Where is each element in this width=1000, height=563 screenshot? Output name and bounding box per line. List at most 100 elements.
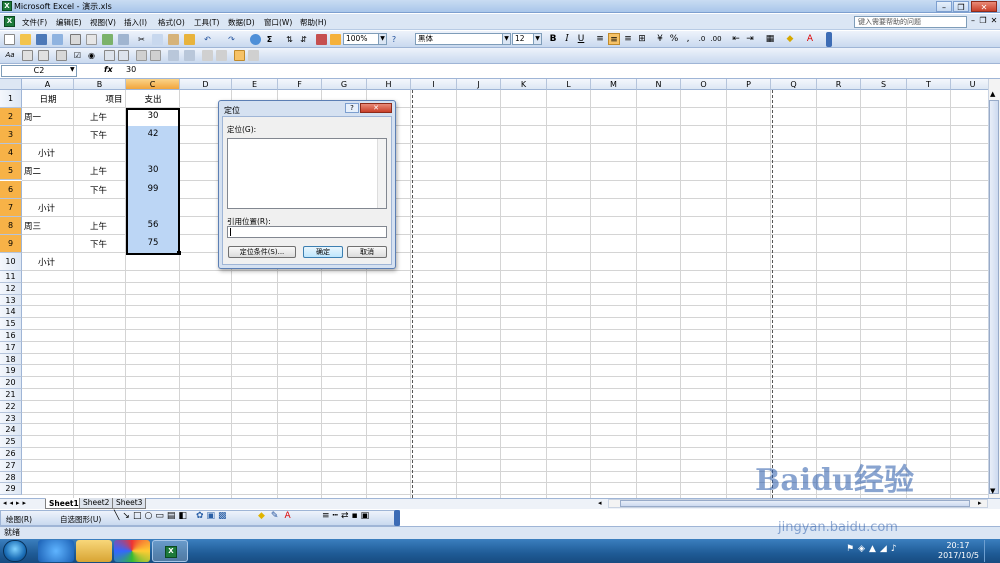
edit-box-icon[interactable] [22, 50, 33, 61]
reference-input[interactable] [227, 226, 387, 238]
column-header-h[interactable]: H [367, 79, 411, 90]
underline-button[interactable]: U [575, 33, 587, 45]
line-style-icons[interactable]: ≡┅⇄▪▣ [322, 511, 372, 521]
column-header-o[interactable]: O [681, 79, 727, 90]
dialog-close-icon[interactable]: ✕ [360, 103, 392, 113]
row-header-13[interactable]: 13 [0, 294, 22, 307]
decrease-indent-icon[interactable]: ⇤ [730, 33, 742, 45]
scroll-left-icon[interactable]: ◂ [598, 499, 602, 507]
row-header-6[interactable]: 6 [0, 180, 22, 199]
row-header-16[interactable]: 16 [0, 330, 22, 342]
row-header-21[interactable]: 21 [0, 389, 22, 401]
column-header-e[interactable]: E [232, 79, 278, 90]
column-header-f[interactable]: F [278, 79, 322, 90]
undo-icon[interactable]: ↶ [202, 34, 213, 45]
cell-a1[interactable]: 日期 [24, 93, 72, 105]
cancel-button[interactable]: 取消 [347, 246, 387, 258]
explorer-icon[interactable] [76, 540, 112, 562]
column-header-s[interactable]: S [861, 79, 907, 90]
option-button-icon[interactable]: ◉ [86, 50, 97, 61]
row-header-4[interactable]: 4 [0, 144, 22, 163]
row-header-5[interactable]: 5 [0, 162, 22, 181]
combo-dropdown-edit-icon[interactable] [150, 50, 161, 61]
select-all-corner[interactable] [0, 79, 22, 90]
close-window-button[interactable]: ✕ [971, 1, 997, 12]
row-header-28[interactable]: 28 [0, 471, 22, 484]
row-header-12[interactable]: 12 [0, 282, 22, 295]
run-dialog-icon[interactable] [248, 50, 259, 61]
start-button[interactable] [3, 540, 27, 562]
formula-input[interactable]: 30 [126, 65, 136, 74]
name-box-chevron-down-icon[interactable]: ▼ [70, 66, 75, 73]
menu-view[interactable]: 视图(V) [90, 17, 116, 28]
label-icon[interactable]: Aa [4, 50, 16, 61]
menu-help[interactable]: 帮助(H) [300, 17, 327, 28]
drawbar-options-icon[interactable] [394, 510, 400, 526]
currency-icon[interactable]: ¥ [654, 33, 666, 45]
row-header-20[interactable]: 20 [0, 377, 22, 389]
merge-center-icon[interactable]: ⊞ [636, 33, 648, 45]
sort-descending-icon[interactable]: ⇵ [298, 34, 309, 45]
cell-a5[interactable]: 周二 [24, 165, 72, 177]
chart-wizard-icon[interactable] [316, 34, 327, 45]
zoom-select[interactable]: 100% ▼ [343, 33, 387, 45]
checkbox-icon[interactable]: ☑ [72, 50, 83, 61]
spelling-icon[interactable] [102, 34, 113, 45]
row-header-24[interactable]: 24 [0, 424, 22, 437]
row-header-22[interactable]: 22 [0, 400, 22, 413]
cell-c8[interactable]: 56 [128, 220, 178, 230]
column-header-d[interactable]: D [180, 79, 232, 90]
cut-icon[interactable]: ✂ [136, 34, 147, 45]
column-header-p[interactable]: P [727, 79, 771, 90]
button-icon[interactable] [56, 50, 67, 61]
row-header-18[interactable]: 18 [0, 353, 22, 366]
autosum-icon[interactable]: Σ [264, 34, 275, 45]
column-header-a[interactable]: A [22, 79, 74, 90]
cell-a7[interactable]: 小计 [38, 202, 86, 214]
horizontal-scroll-thumb[interactable] [620, 500, 970, 507]
row-header-8[interactable]: 8 [0, 216, 22, 235]
row-header-23[interactable]: 23 [0, 412, 22, 425]
row-header-1[interactable]: 1 [0, 90, 22, 109]
help-icon[interactable]: ? [389, 34, 399, 45]
row-header-10[interactable]: 10 [0, 252, 22, 271]
cell-c6[interactable]: 99 [128, 184, 178, 194]
align-left-icon[interactable]: ≡ [594, 33, 606, 45]
worksheet-grid[interactable]: ABCDEFGHIJKLMNOPQRSTU 1 2 3 4 5 6 7 8 9 10 11 12 13 1… [0, 79, 1000, 498]
toolbar-options-icon[interactable] [826, 32, 832, 47]
help-search-input[interactable]: 键入需要帮助的问题 [854, 16, 967, 28]
doc-restore-button[interactable]: ❐ [978, 16, 988, 25]
row-header-19[interactable]: 19 [0, 365, 22, 378]
restore-button[interactable]: ❐ [953, 1, 969, 12]
group-box-icon[interactable] [38, 50, 49, 61]
font-color-icon[interactable]: A [804, 33, 816, 45]
name-box[interactable]: C2 [1, 65, 77, 77]
toggle-grid-icon[interactable] [234, 50, 245, 61]
goto-list-scrollbar[interactable] [377, 139, 386, 208]
chevron-down-icon[interactable]: ▼ [502, 34, 510, 44]
align-center-icon[interactable]: ≡ [608, 33, 620, 45]
row-header-9[interactable]: 9 [0, 234, 22, 253]
goto-special-button[interactable]: 定位条件(S)... [228, 246, 296, 258]
doc-minimize-button[interactable]: – [968, 16, 978, 25]
cell-c9[interactable]: 75 [128, 238, 178, 248]
scroll-right-icon[interactable]: ▸ [978, 499, 982, 507]
dialog-help-icon[interactable]: ? [345, 103, 359, 113]
chevron-down-icon[interactable]: ▼ [378, 34, 386, 44]
cell-a10[interactable]: 小计 [38, 256, 86, 268]
tab-nav-arrows-icon[interactable]: ◂◂▸▸ [3, 499, 29, 507]
format-painter-icon[interactable] [184, 34, 195, 45]
row-header-17[interactable]: 17 [0, 341, 22, 354]
column-header-r[interactable]: R [817, 79, 861, 90]
cell-a8[interactable]: 周三 [24, 220, 72, 232]
increase-indent-icon[interactable]: ⇥ [744, 33, 756, 45]
row-header-15[interactable]: 15 [0, 318, 22, 330]
column-header-c[interactable]: C [126, 79, 180, 90]
research-icon[interactable] [118, 34, 129, 45]
column-header-n[interactable]: N [637, 79, 681, 90]
row-header-11[interactable]: 11 [0, 271, 22, 283]
column-header-j[interactable]: J [457, 79, 501, 90]
list-box-icon[interactable] [104, 50, 115, 61]
row-header-2[interactable]: 2 [0, 108, 22, 127]
menu-tools[interactable]: 工具(T) [194, 17, 219, 28]
